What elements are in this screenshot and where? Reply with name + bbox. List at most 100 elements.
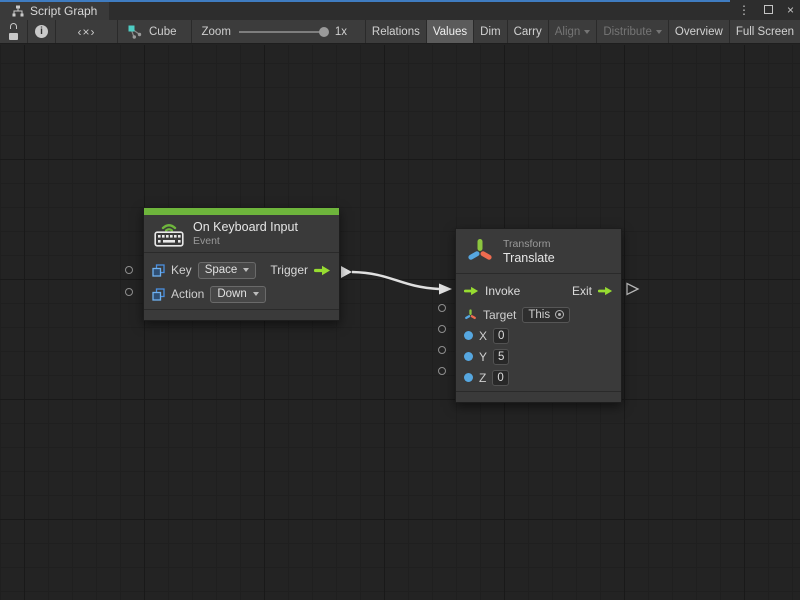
action-dropdown[interactable]: Down [210, 286, 265, 303]
code-icon: ‹×› [78, 25, 96, 39]
lock-icon [9, 23, 18, 40]
edit-source-button[interactable]: ‹×› [56, 20, 118, 43]
float-port-icon [464, 352, 473, 361]
align-label: Align [555, 26, 581, 38]
chevron-down-icon [656, 30, 662, 34]
tab-title: Script Graph [30, 4, 97, 18]
event-node-subtitle: Event [193, 235, 298, 247]
maximize-icon [764, 5, 773, 14]
key-dropdown[interactable]: Space [198, 262, 257, 279]
full-screen-label: Full Screen [736, 26, 794, 38]
z-input-port[interactable] [438, 367, 446, 375]
carry-button[interactable]: Carry [507, 20, 548, 43]
graph-canvas[interactable]: On Keyboard Input Event Key Space [0, 45, 800, 600]
window-menu-button[interactable]: ⋮ [736, 0, 752, 20]
carry-label: Carry [514, 26, 542, 38]
zoom-slider-handle[interactable] [319, 27, 329, 37]
graph-toolbar: i ‹×› Cube Zoom 1x Relations Values [0, 20, 800, 44]
literal-value-icon [152, 264, 165, 277]
y-value-field[interactable]: 5 [493, 349, 509, 365]
invoke-label: Invoke [485, 284, 520, 298]
action-node-body: Invoke Exit [456, 274, 621, 391]
key-row: Key Space Trigger [152, 258, 331, 282]
dim-label: Dim [480, 26, 500, 38]
x-input-port[interactable] [438, 325, 446, 333]
window-tab-bar: Script Graph ⋮ × [0, 0, 800, 20]
x-row: X 0 [464, 325, 613, 346]
values-button[interactable]: Values [426, 20, 473, 43]
exit-label: Exit [572, 284, 592, 298]
key-input-port[interactable] [125, 266, 133, 274]
y-row: Y 5 [464, 346, 613, 367]
target-input-port[interactable] [438, 304, 446, 312]
info-icon: i [35, 25, 48, 38]
x-value-field[interactable]: 0 [493, 328, 509, 344]
action-node-category: Transform [503, 238, 555, 250]
dim-button[interactable]: Dim [473, 20, 506, 43]
graph-target-selector[interactable]: Cube [118, 20, 192, 43]
flow-arrow-icon [598, 286, 613, 296]
zoom-slider[interactable] [239, 31, 327, 33]
lock-button[interactable] [0, 20, 28, 43]
action-node-header: Transform Translate [456, 229, 621, 274]
invoke-exit-row: Invoke Exit [464, 278, 613, 304]
x-label: X [479, 329, 487, 343]
action-dropdown-value: Down [217, 288, 246, 300]
object-picker-icon[interactable] [555, 310, 564, 319]
target-row: Target This [464, 304, 613, 325]
overview-button[interactable]: Overview [668, 20, 729, 43]
distribute-label: Distribute [603, 26, 652, 38]
trigger-label: Trigger [270, 263, 308, 277]
action-node-footer [456, 391, 621, 402]
align-button[interactable]: Align [548, 20, 597, 43]
transform-mini-icon [464, 308, 477, 322]
action-input-port[interactable] [125, 288, 133, 296]
keyboard-input-icon [154, 221, 184, 247]
event-node-on-keyboard-input[interactable]: On Keyboard Input Event Key Space [143, 207, 340, 321]
zoom-value: 1x [335, 26, 347, 38]
exit-output-port[interactable] [627, 284, 638, 295]
window-controls: ⋮ × [736, 0, 796, 20]
y-label: Y [479, 350, 487, 364]
key-dropdown-value: Space [205, 264, 238, 276]
window-close-button[interactable]: × [785, 0, 796, 20]
z-row: Z 0 [464, 367, 613, 388]
target-object-field[interactable]: This [522, 307, 570, 323]
overview-label: Overview [675, 26, 723, 38]
trigger-output-port[interactable] [341, 266, 352, 278]
transform-icon [466, 236, 494, 266]
event-node-body: Key Space Trigger [144, 253, 339, 309]
connection-layer [0, 45, 800, 600]
window-maximize-button[interactable] [762, 0, 775, 20]
z-label: Z [479, 371, 486, 385]
y-input-port[interactable] [438, 346, 446, 354]
relations-button[interactable]: Relations [365, 20, 426, 43]
float-port-icon [464, 331, 473, 340]
connection-arrowhead [439, 284, 452, 295]
z-value-field[interactable]: 0 [492, 370, 508, 386]
zoom-control: Zoom 1x [192, 20, 358, 43]
flow-arrow-icon [314, 265, 331, 276]
full-screen-button[interactable]: Full Screen [729, 20, 800, 43]
graph-hierarchy-icon [12, 5, 24, 17]
action-node-translate[interactable]: Transform Translate Invoke Exit [455, 228, 622, 403]
connection-wire[interactable] [352, 272, 439, 289]
zoom-label: Zoom [202, 26, 231, 38]
event-node-header: On Keyboard Input Event [144, 215, 339, 253]
toolbar-spacer [357, 20, 365, 43]
graph-pointer-icon [128, 25, 143, 39]
script-graph-window: Script Graph ⋮ × i ‹×› Cube Zo [0, 0, 800, 600]
active-window-accent [0, 0, 730, 2]
target-object-value: This [528, 309, 550, 321]
tab-script-graph[interactable]: Script Graph [0, 2, 109, 20]
key-label: Key [171, 263, 192, 277]
info-button[interactable]: i [28, 20, 56, 43]
flow-arrow-icon [464, 286, 479, 296]
distribute-button[interactable]: Distribute [596, 20, 668, 43]
action-node-title: Translate [503, 251, 555, 265]
values-label: Values [433, 26, 467, 38]
relations-label: Relations [372, 26, 420, 38]
action-row: Action Down [152, 282, 331, 306]
event-node-accent-bar [144, 208, 339, 215]
chevron-down-icon [243, 268, 249, 272]
